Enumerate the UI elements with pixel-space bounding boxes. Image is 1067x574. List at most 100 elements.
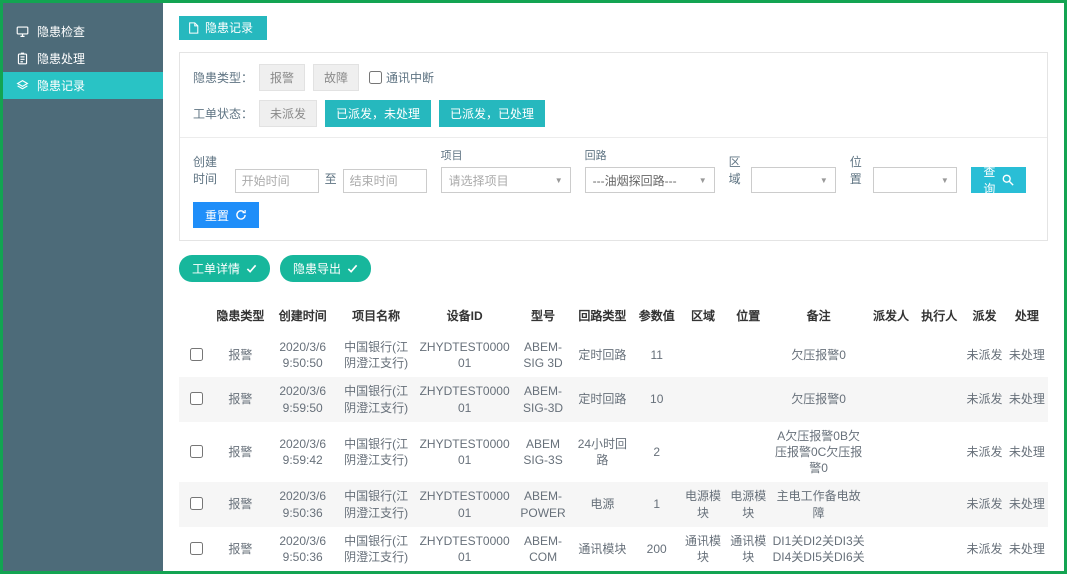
loop-select-value: ---油烟探回路--- <box>593 172 677 189</box>
region-label: 区域 <box>729 153 747 193</box>
table-cell: 未派发 <box>963 482 1005 526</box>
reset-button[interactable]: 重置 <box>193 202 259 228</box>
table-cell <box>680 377 726 421</box>
table-cell: 中国银行(江阴澄江支行) <box>338 422 414 483</box>
table-cell: 报警 <box>213 527 267 571</box>
sidebar-item-hazard-records[interactable]: 隐患记录 <box>3 72 163 99</box>
status-dispatched-unprocessed-button[interactable]: 已派发，未处理 <box>325 100 431 127</box>
status-dispatched-processed-button[interactable]: 已派发，已处理 <box>439 100 545 127</box>
table-cell: 未派发 <box>963 377 1005 421</box>
column-header: 参数值 <box>634 297 680 333</box>
table-cell: 中国银行(江阴澄江支行) <box>338 377 414 421</box>
sidebar-item-hazard-inspection[interactable]: 隐患检查 <box>3 18 163 45</box>
reset-button-label: 重置 <box>205 207 229 224</box>
order-detail-button[interactable]: 工单详情 <box>179 255 270 282</box>
comm-interrupt-option[interactable]: 通讯中断 <box>369 69 434 86</box>
region-select[interactable]: ▼ <box>751 167 835 193</box>
table-row: 报警2020/3/6 9:50:36中国银行(江阴澄江支行)ZHYDTEST00… <box>179 482 1048 526</box>
table-cell <box>915 527 963 571</box>
table-cell: 未派发 <box>963 422 1005 483</box>
chevron-down-icon: ▼ <box>699 176 707 185</box>
row-checkbox-cell <box>179 422 213 483</box>
monitor-icon <box>16 25 29 38</box>
row-checkbox[interactable] <box>190 392 203 405</box>
end-time-input[interactable] <box>343 169 427 193</box>
document-icon <box>188 22 199 34</box>
column-header: 回路类型 <box>571 297 633 333</box>
page-title-label: 隐患记录 <box>205 19 253 36</box>
project-select[interactable]: 请选择项目 ▼ <box>441 167 571 193</box>
row-checkbox-cell <box>179 482 213 526</box>
table-cell: 报警 <box>213 333 267 377</box>
select-all-header <box>179 297 213 333</box>
table-cell: 中国银行(江阴澄江支行) <box>338 482 414 526</box>
row-checkbox-cell <box>179 377 213 421</box>
chevron-down-icon: ▼ <box>941 176 949 185</box>
hazard-export-label: 隐患导出 <box>293 260 341 277</box>
search-button-label: 查询 <box>983 163 996 197</box>
row-checkbox[interactable] <box>190 497 203 510</box>
main-content: 隐患记录 隐患类型： 报警 故障 通讯中断 工单状态： 未派发 已派发，未处理 … <box>163 3 1064 571</box>
table-cell: 未派发 <box>963 527 1005 571</box>
comm-interrupt-checkbox[interactable] <box>369 71 382 84</box>
chevron-down-icon: ▼ <box>820 176 828 185</box>
table-cell: 2 <box>634 422 680 483</box>
table-row: 报警2020/3/6 9:59:50中国银行(江阴澄江支行)ZHYDTEST00… <box>179 377 1048 421</box>
status-undispatched-button[interactable]: 未派发 <box>259 100 317 127</box>
row-checkbox[interactable] <box>190 348 203 361</box>
table-cell: 定时回路 <box>571 333 633 377</box>
filter-divider <box>180 137 1047 138</box>
table-cell: ABEM SIG-3S <box>515 422 571 483</box>
row-checkbox[interactable] <box>190 542 203 555</box>
table-cell: ZHYDTEST000001 <box>414 377 515 421</box>
table-cell: ZHYDTEST000001 <box>414 422 515 483</box>
table-cell: 2020/3/6 9:50:50 <box>268 333 338 377</box>
table-cell: ABEM-POWER <box>515 482 571 526</box>
sidebar-item-hazard-processing[interactable]: 隐患处理 <box>3 45 163 72</box>
table-cell: ABEM-COM <box>515 527 571 571</box>
column-header: 派发人 <box>867 297 915 333</box>
table-cell <box>867 422 915 483</box>
clipboard-icon <box>16 52 29 65</box>
table-cell: 通讯模块 <box>726 527 770 571</box>
work-order-status-label: 工单状态： <box>193 105 253 122</box>
location-label: 位置 <box>850 153 868 193</box>
table-cell <box>915 422 963 483</box>
table-cell: 2020/3/6 9:50:36 <box>268 482 338 526</box>
column-header: 区域 <box>680 297 726 333</box>
sidebar-item-label: 隐患处理 <box>37 50 85 67</box>
table-cell <box>867 527 915 571</box>
table-cell: ABEM-SIG-3D <box>515 377 571 421</box>
row-checkbox[interactable] <box>190 445 203 458</box>
table-cell <box>915 377 963 421</box>
comm-interrupt-label: 通讯中断 <box>386 69 434 86</box>
table-cell: ZHYDTEST000001 <box>414 482 515 526</box>
table-cell: 通讯模块 <box>571 527 633 571</box>
location-select[interactable]: ▼ <box>873 167 957 193</box>
sidebar-item-label: 隐患记录 <box>37 77 85 94</box>
table-body: 报警2020/3/6 9:50:50中国银行(江阴澄江支行)ZHYDTEST00… <box>179 333 1048 571</box>
table-cell: 欠压报警0 <box>770 333 867 377</box>
table-cell: 10 <box>634 377 680 421</box>
table-cell: 中国银行(江阴澄江支行) <box>338 333 414 377</box>
table-cell <box>915 333 963 377</box>
refresh-icon <box>235 209 247 221</box>
loop-select[interactable]: ---油烟探回路--- ▼ <box>585 167 715 193</box>
start-time-input[interactable] <box>235 169 319 193</box>
table-cell: ZHYDTEST000001 <box>414 527 515 571</box>
column-header: 处理 <box>1006 297 1048 333</box>
column-header: 项目名称 <box>338 297 414 333</box>
table-cell: 定时回路 <box>571 377 633 421</box>
layers-icon <box>16 79 29 92</box>
table-cell: 电源模块 <box>726 482 770 526</box>
table-cell: 未处理 <box>1006 422 1048 483</box>
table-header-row: 隐患类型创建时间项目名称设备ID型号回路类型参数值区域位置备注派发人执行人派发处… <box>179 297 1048 333</box>
table-cell <box>726 333 770 377</box>
table-cell: 未处理 <box>1006 333 1048 377</box>
filter-alarm-button[interactable]: 报警 <box>259 64 305 91</box>
hazard-export-button[interactable]: 隐患导出 <box>280 255 371 282</box>
table-cell: 200 <box>634 527 680 571</box>
search-button[interactable]: 查询 <box>971 167 1026 193</box>
table-row: 报警2020/3/6 9:59:42中国银行(江阴澄江支行)ZHYDTEST00… <box>179 422 1048 483</box>
filter-fault-button[interactable]: 故障 <box>313 64 359 91</box>
